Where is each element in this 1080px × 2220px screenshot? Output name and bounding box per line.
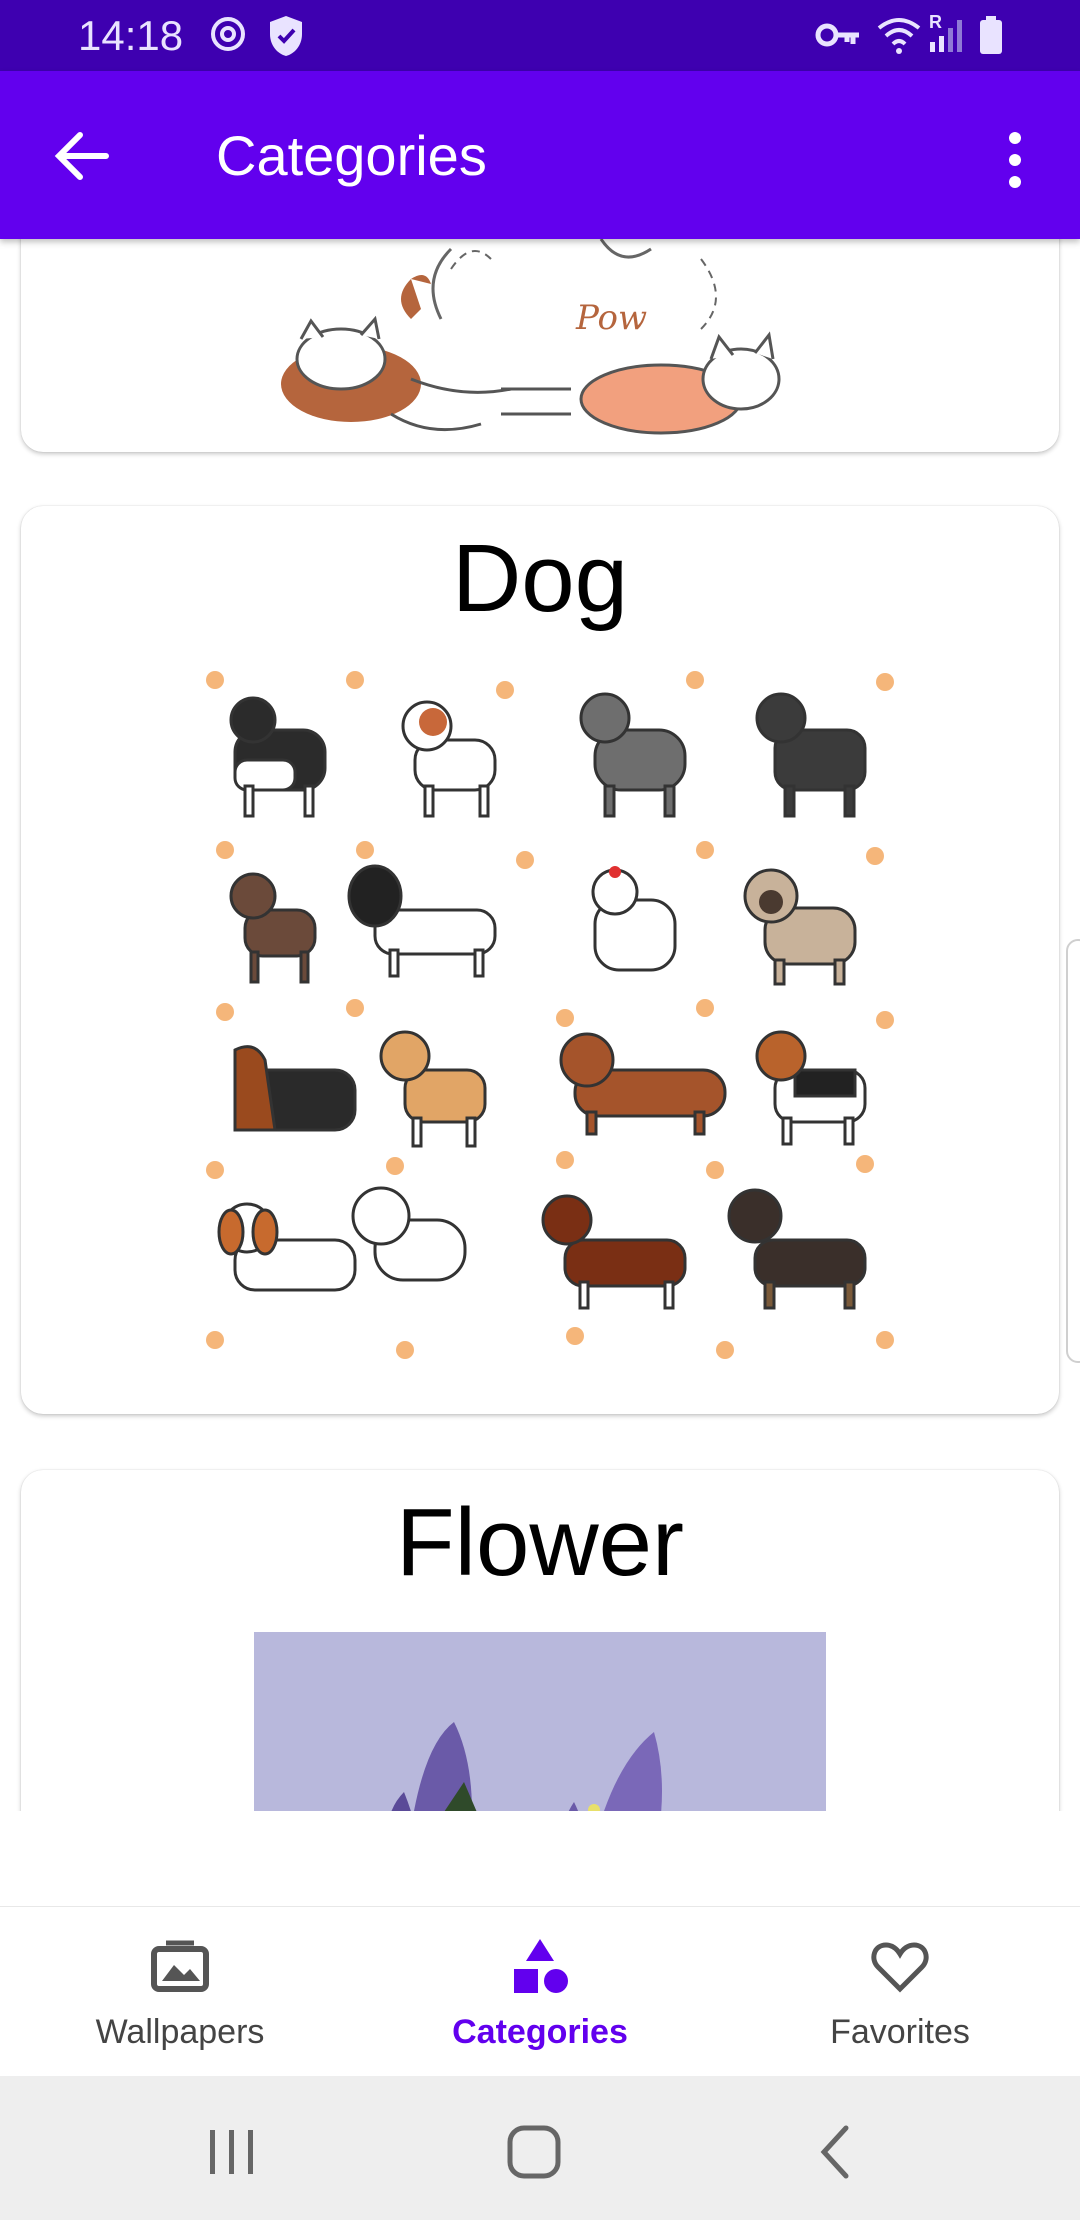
recent-apps-icon[interactable] (202, 2122, 262, 2182)
category-card-flower[interactable]: Flower (21, 1470, 1059, 1811)
back-arrow-icon[interactable] (48, 121, 118, 191)
scroll-indicator[interactable] (1066, 939, 1080, 1363)
back-icon[interactable] (806, 2122, 866, 2182)
nav-item-wallpapers[interactable]: Wallpapers (0, 1907, 360, 2077)
nav-label: Favorites (830, 2013, 970, 2051)
system-navigation-bar (0, 2076, 1080, 2220)
category-card-dog[interactable]: Dog (21, 506, 1059, 1414)
category-title: Dog (451, 525, 629, 632)
status-bar: 14:18 R (0, 0, 1080, 71)
categories-list[interactable]: Pow Dog Flower (0, 239, 1080, 1811)
nav-label: Categories (452, 2013, 628, 2051)
bottom-navigation: Wallpapers Categories Favorites (0, 1906, 1080, 2077)
more-options-icon[interactable] (990, 125, 1040, 195)
vpn-key-icon (815, 23, 859, 47)
status-time: 14:18 (78, 12, 184, 59)
cat-illustration: Pow (281, 239, 781, 435)
nav-item-favorites[interactable]: Favorites (720, 1907, 1080, 2077)
wifi-icon (877, 18, 921, 54)
category-title: Flower (395, 1489, 685, 1596)
category-card-cat[interactable]: Pow (21, 239, 1059, 452)
shapes-icon (514, 1939, 568, 1993)
nav-item-categories[interactable]: Categories (360, 1907, 720, 2077)
home-icon[interactable] (504, 2122, 564, 2182)
battery-icon (980, 16, 1002, 54)
nav-label: Wallpapers (95, 2013, 265, 2051)
flower-illustration (391, 1722, 662, 1811)
flower-image (254, 1632, 826, 1811)
image-icon (151, 1940, 209, 1992)
shield-icon (270, 16, 302, 56)
sync-icon (211, 17, 245, 51)
svg-text:Pow: Pow (575, 298, 647, 338)
top-app-bar: Categories (0, 71, 1080, 239)
heart-icon (871, 1942, 929, 1993)
page-title: Categories (216, 124, 487, 187)
dog-illustration (206, 671, 894, 1359)
signal-icon (930, 20, 962, 52)
